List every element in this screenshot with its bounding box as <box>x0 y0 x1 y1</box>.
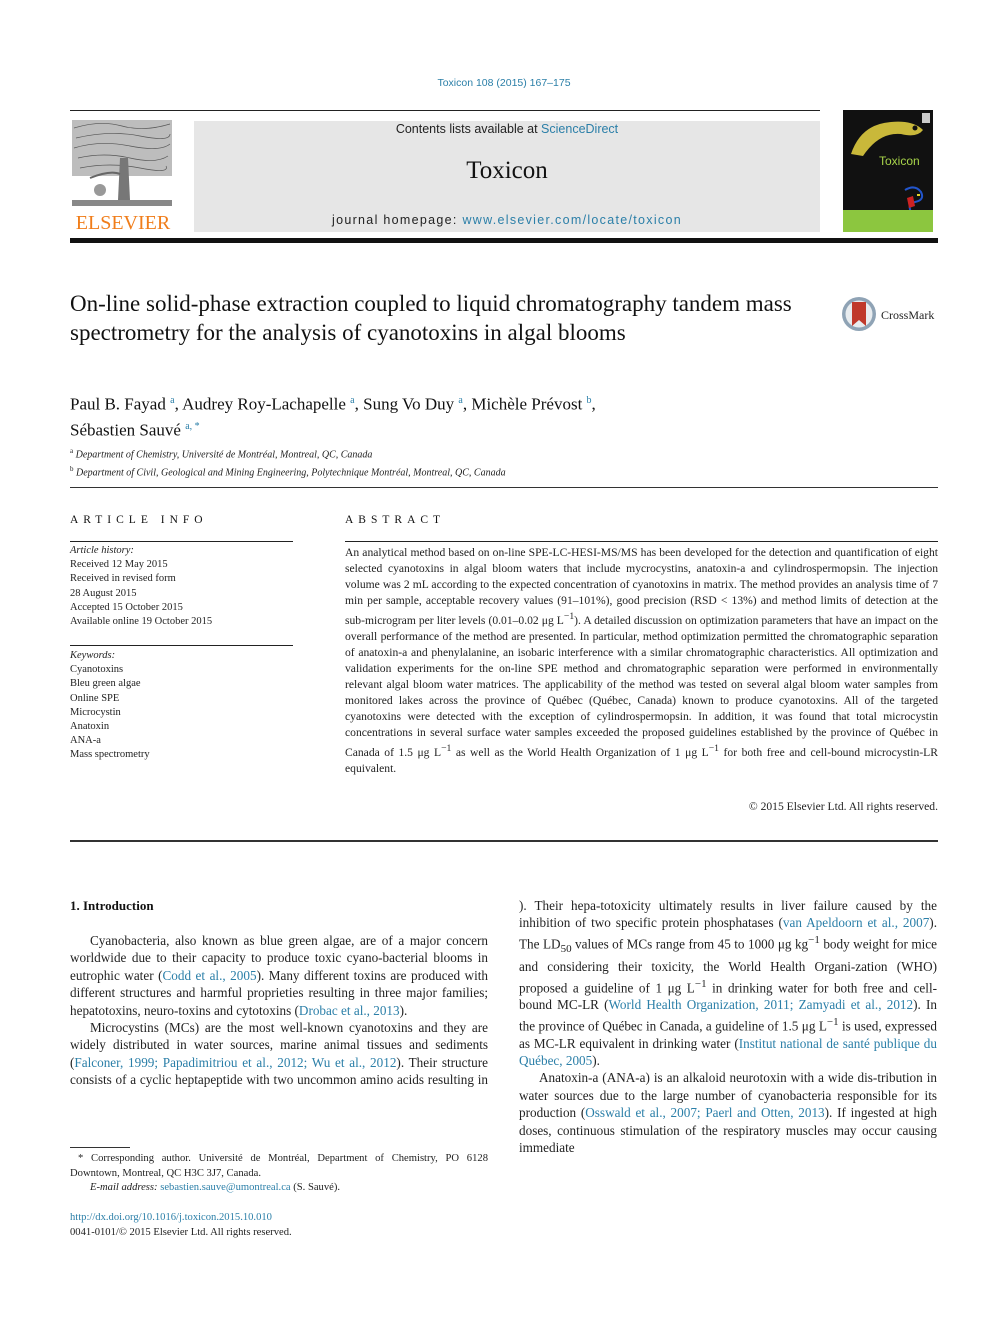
header-top-rule <box>70 110 820 111</box>
header-bottom-rule <box>70 238 938 243</box>
reference-link[interactable]: Falconer, 1999; Papadimitriou et al., 20… <box>74 1055 396 1070</box>
affiliations: a Department of Chemistry, Université de… <box>70 444 870 481</box>
cover-title: Toxicon <box>879 154 920 168</box>
article-info-heading: ARTICLE INFO <box>70 514 208 526</box>
elsevier-logo[interactable]: ELSEVIER <box>70 118 176 234</box>
journal-citation[interactable]: Toxicon 108 (2015) 167–175 <box>0 77 992 89</box>
keyword: Microcystin <box>70 706 121 718</box>
crossmark-button[interactable]: CrossMark <box>841 296 941 334</box>
elsevier-tree-icon <box>72 120 172 206</box>
affiliation-mark[interactable]: a, * <box>185 421 199 432</box>
homepage-link[interactable]: www.elsevier.com/locate/toxicon <box>462 213 682 227</box>
reference-link[interactable]: Drobac et al., 2013 <box>299 1003 400 1018</box>
body-column-left: Cyanobacteria, also known as blue green … <box>70 932 488 1088</box>
paragraph: Cyanobacteria, also known as blue green … <box>70 933 489 1018</box>
author-name[interactable]: Paul B. Fayad <box>70 395 166 414</box>
author-list: Paul B. Fayad a, Audrey Roy-Lachapelle a… <box>70 394 596 440</box>
reference-link[interactable]: Codd et al., 2005 <box>162 968 256 983</box>
corresponding-author-footnote: * Corresponding author. Université de Mo… <box>70 1152 488 1196</box>
affiliation-mark[interactable]: a <box>350 395 354 406</box>
affiliation-marker: a <box>70 447 74 455</box>
paragraph-continued: ). Their hepa-totoxicity ultimately resu… <box>519 898 938 1069</box>
abstract-copyright: © 2015 Elsevier Ltd. All rights reserved… <box>748 800 938 813</box>
paragraph: Anatoxin-a (ANA-a) is an alkaloid neurot… <box>519 1070 937 1156</box>
history-label: Article history: <box>70 545 134 556</box>
abstract-heading: ABSTRACT <box>345 514 446 526</box>
affiliation-mark[interactable]: b <box>587 395 592 406</box>
footnote-rule <box>70 1147 130 1148</box>
keywords: Keywords: Cyanotoxins Bleu green algae O… <box>70 649 300 763</box>
keyword: ANA-a <box>70 735 101 747</box>
snake-icon <box>851 121 923 156</box>
keyword: Anatoxin <box>70 721 110 733</box>
contents-prefix: Contents lists available at <box>395 122 542 136</box>
journal-cover-image[interactable]: Toxicon <box>843 110 933 232</box>
affiliation-mark[interactable]: a <box>458 395 462 406</box>
reference-link[interactable]: van Apeldoorn et al., 2007 <box>783 915 929 930</box>
affiliation-text: Department of Chemistry, Université de M… <box>75 449 373 461</box>
sciencedirect-link[interactable]: ScienceDirect <box>541 122 618 136</box>
keyword: Cyanotoxins <box>70 664 124 676</box>
history-item: Accepted 15 October 2015 <box>70 601 183 613</box>
history-item: 28 August 2015 <box>70 587 137 599</box>
journal-name: Toxicon <box>466 157 548 184</box>
crossmark-label: CrossMark <box>881 308 935 322</box>
abstract-rule <box>345 541 938 542</box>
affiliation-text: Department of Civil, Geological and Mini… <box>76 467 506 479</box>
article-title: On-line solid-phase extraction coupled t… <box>70 291 792 345</box>
affiliation-marker: b <box>70 465 74 474</box>
cover-footer-band <box>843 210 933 232</box>
history-item: Received 12 May 2015 <box>70 559 168 571</box>
abstract-body: An analytical method based on on-line SP… <box>345 546 938 775</box>
paragraph: Microcystins (MCs) are the most well-kno… <box>70 1020 488 1088</box>
email-link[interactable]: sebastien.sauve@umontreal.ca <box>160 1182 290 1193</box>
reference-link[interactable]: World Health Organization, 2011; Zamyadi… <box>609 997 914 1012</box>
abstract-bottom-rule <box>70 840 938 842</box>
homepage-prefix: journal homepage: <box>332 213 463 227</box>
corresponding-author-text: * Corresponding author. Université de Mo… <box>70 1153 488 1179</box>
section-heading-introduction: 1. Introduction <box>70 898 154 913</box>
email-label: E-mail address: <box>90 1182 161 1193</box>
keywords-rule <box>70 645 293 646</box>
keyword: Online SPE <box>70 692 120 704</box>
author-name[interactable]: Sung Vo Duy <box>363 395 454 414</box>
article-history: Article history: Received 12 May 2015 Re… <box>70 544 300 629</box>
email-suffix: (S. Sauvé). <box>290 1182 341 1193</box>
elsevier-wordmark: ELSEVIER <box>75 212 171 234</box>
history-item: Received in revised form <box>70 573 176 585</box>
author-name[interactable]: Audrey Roy-Lachapelle <box>182 395 346 414</box>
author-name[interactable]: Sébastien Sauvé <box>70 420 181 439</box>
email-line: E-mail address: sebastien.sauve@umontrea… <box>70 1181 488 1196</box>
author-name[interactable]: Michèle Prévost <box>471 395 582 414</box>
section-divider <box>70 487 938 488</box>
body-column-right: ). Their hepa-totoxicity ultimately resu… <box>519 897 937 1157</box>
affiliation-item: b Department of Civil, Geological and Mi… <box>70 462 870 480</box>
keyword: Bleu green algae <box>70 678 141 690</box>
homepage-line: journal homepage: www.elsevier.com/locat… <box>194 213 820 227</box>
reference-link[interactable]: Osswald et al., 2007; Paerl and Otten, 2… <box>585 1105 824 1120</box>
article-info-rule <box>70 541 293 542</box>
keyword: Mass spectrometry <box>70 749 150 761</box>
doi-block: http://dx.doi.org/10.1016/j.toxicon.2015… <box>70 1210 292 1240</box>
affiliation-item: a Department of Chemistry, Université de… <box>70 444 870 462</box>
contents-line: Contents lists available at ScienceDirec… <box>194 122 820 136</box>
crossmark-icon <box>842 297 876 331</box>
journal-banner: Contents lists available at ScienceDirec… <box>194 121 820 232</box>
affiliation-mark[interactable]: a <box>170 395 174 406</box>
keywords-label: Keywords: <box>70 650 116 661</box>
elsevier-mark-icon <box>922 113 930 123</box>
history-item: Available online 19 October 2015 <box>70 616 213 628</box>
doi-link[interactable]: http://dx.doi.org/10.1016/j.toxicon.2015… <box>70 1212 272 1223</box>
issn-line: 0041-0101/© 2015 Elsevier Ltd. All right… <box>70 1227 292 1238</box>
